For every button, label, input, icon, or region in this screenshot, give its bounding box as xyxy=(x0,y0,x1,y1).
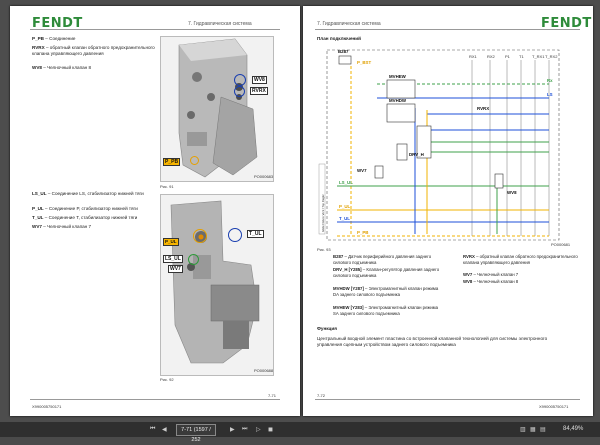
section-title: 7. Гидравлическая система xyxy=(317,21,381,27)
port-label: T_RX1 xyxy=(532,54,545,59)
label-wv7: WV7 xyxy=(168,265,183,273)
legend-item: B287 – Датчик периферийного давления зад… xyxy=(333,254,432,265)
rvrx-marker xyxy=(234,86,245,97)
legend-item: P_UL – Соединение P, стабилизатор нижней… xyxy=(32,206,138,211)
diagram-side-label: Glide Fixture Vent / Top Regler xyxy=(321,194,325,232)
diagram-label-p-ul: P_UL xyxy=(339,204,351,209)
diagram-label-ls: LS xyxy=(547,92,553,97)
scroll-view-icon[interactable]: ▤ xyxy=(540,426,546,433)
two-page-icon[interactable]: ▦ xyxy=(530,426,536,433)
photo-code: PO000688 xyxy=(254,368,274,373)
legend-item: MVHEW [Y283] – Электромагнитный клапан р… xyxy=(333,305,439,316)
port-label: P1 xyxy=(505,54,511,59)
page-number: 7-72 xyxy=(317,393,326,398)
legend-item: WV8 – Челночный клапан 8 xyxy=(32,65,91,70)
diagram-label-rx: Rx xyxy=(547,78,553,83)
pul-marker xyxy=(193,229,207,243)
label-ls-ul: LS_UL xyxy=(163,255,183,263)
next-page-icon[interactable]: ▶ xyxy=(230,426,235,433)
page-view-icon[interactable]: ▥ xyxy=(520,426,526,433)
figure-caption: Рис. 92 xyxy=(160,377,174,382)
legend-item: T_UL – Соединение T, стабилизатор нижней… xyxy=(32,215,138,220)
photo-code: PO000683 xyxy=(254,174,274,179)
section-title: 7. Гидравлическая система xyxy=(188,21,252,27)
diagram-label-mvhew: MVHEW xyxy=(389,74,407,79)
valve-block-photo-2 xyxy=(160,194,274,376)
right-page: 7. Гидравлическая система FENDT План под… xyxy=(303,6,593,416)
function-heading: Функция xyxy=(317,326,337,331)
last-page-icon[interactable]: ⏭ xyxy=(242,426,247,433)
play-icon[interactable]: ▷ xyxy=(256,426,261,433)
label-t-ul: T_UL xyxy=(247,230,264,238)
label-p-ul: P_UL xyxy=(163,238,179,246)
diagram-label-p-pb: P_PB xyxy=(357,230,368,235)
header-divider xyxy=(315,29,580,30)
lsul-marker xyxy=(188,254,199,265)
hydraulic-diagram: RX1 RX2 P1 T1 T_RX1 T_RX2 B287 P_BST MVH… xyxy=(317,44,561,242)
legend-item: MVHDW [Y287] – Электромагнитный клапан р… xyxy=(333,286,439,297)
port-label: RX2 xyxy=(487,54,496,59)
legend-item: RVRX – обратный клапан обратного предохр… xyxy=(463,254,578,265)
diagram-title: План подключений xyxy=(317,36,361,41)
tul-marker xyxy=(228,228,242,242)
header-divider xyxy=(30,29,280,30)
label-rvrx: RVRX xyxy=(250,87,268,95)
diagram-label-rvrx: RVRX xyxy=(477,106,489,111)
legend-item: WV7 – Челночный клапан 7 xyxy=(463,272,519,277)
page-number-field[interactable]: 7-71 (1597 / 252 xyxy=(176,424,216,443)
page-number: 7-71 xyxy=(268,393,277,398)
footer-divider xyxy=(315,399,580,400)
wv8-marker xyxy=(234,74,246,86)
port-label: RX1 xyxy=(469,54,478,59)
diagram-label-wv8: WV8 xyxy=(507,190,517,195)
zoom-level[interactable]: 84,49% xyxy=(563,426,583,432)
diagram-label-mvhdw: MVHDW xyxy=(389,98,407,103)
document-viewport: FENDT 7. Гидравлическая система P_PB – С… xyxy=(0,0,600,422)
port-label: T_RX2 xyxy=(545,54,558,59)
legend-item: WV7 – Челночный клапан 7 xyxy=(32,224,91,229)
port-label: T1 xyxy=(519,54,524,59)
diagram-label-ls-ul: LS_UL xyxy=(339,180,353,185)
prev-page-icon[interactable]: ◀ xyxy=(162,426,167,433)
legend-item: RVRX – обратный клапан обратного предохр… xyxy=(32,45,155,56)
legend-item: P_PB – Соединение xyxy=(32,36,76,41)
diagram-label-b287: B287 xyxy=(338,49,349,54)
legend-item: WV8 – Челночный клапан 8 xyxy=(463,279,519,284)
figure-caption: Рис. 93 xyxy=(317,247,331,252)
figure-caption: Рис. 91 xyxy=(160,184,174,189)
left-page: FENDT 7. Гидравлическая система P_PB – С… xyxy=(10,6,300,416)
diagram-label-p-bst: P_BST xyxy=(357,60,371,65)
function-text: Центральный входной элемент пластина со … xyxy=(317,336,548,347)
viewer-toolbar: ⏮ ◀ 7-71 (1597 / 252 ▶ ⏭ ▷ ◼ ▥ ▦ ▤ 84,49… xyxy=(0,422,600,443)
legend-item: LS_UL – Соединение LS, стабилизатор нижн… xyxy=(32,191,144,196)
first-page-icon[interactable]: ⏮ xyxy=(150,426,155,433)
legend-item: DRV_H [Y285] – Клапан-регулятор давления… xyxy=(333,267,440,278)
diagram-code: PO000681 xyxy=(551,242,571,247)
footer-divider xyxy=(30,399,280,400)
stop-icon[interactable]: ◼ xyxy=(268,426,273,433)
diagram-label-wv7: WV7 xyxy=(357,168,367,173)
label-wv8: WV8 xyxy=(252,76,267,84)
doc-code: X990005750171 xyxy=(32,404,62,409)
label-p-pb: P_PB xyxy=(163,158,181,166)
diagram-label-t-ul: T_UL xyxy=(339,216,350,221)
ppb-marker xyxy=(190,156,199,165)
doc-code: X990005750171 xyxy=(539,404,569,409)
diagram-label-drv-h: DRV_H xyxy=(409,152,424,157)
